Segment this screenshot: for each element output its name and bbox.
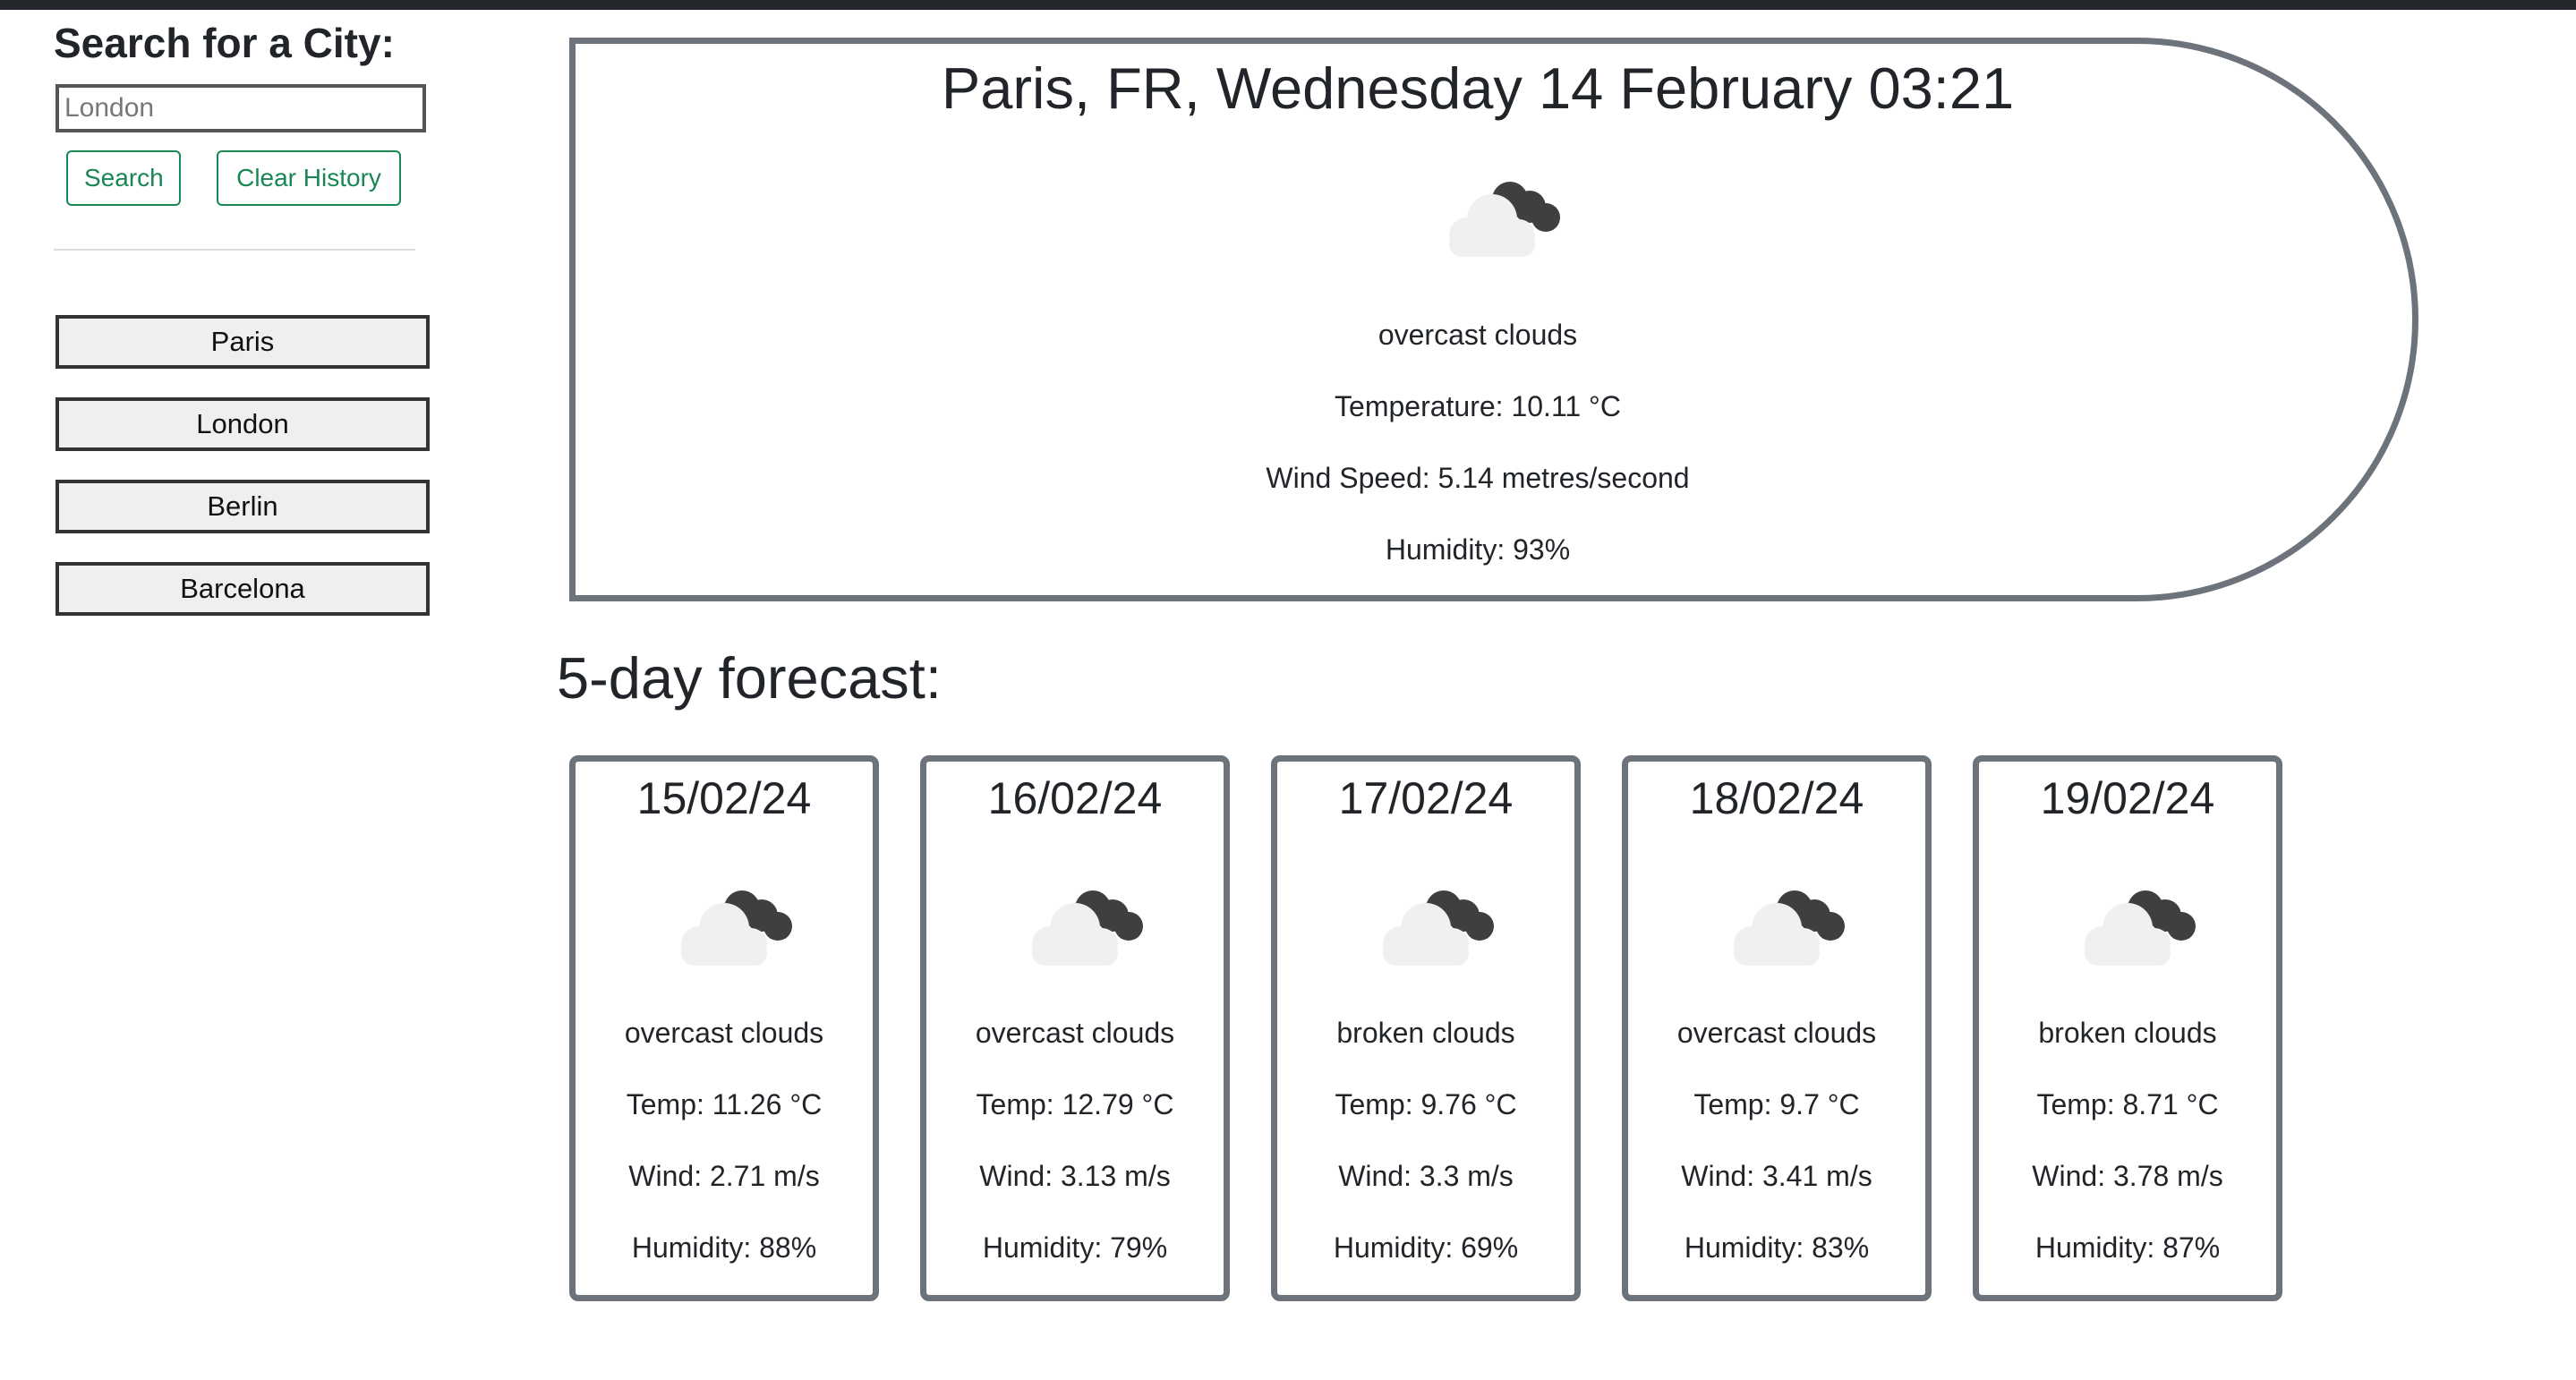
current-weather-card: Paris, FR, Wednesday 14 February 03:21 o… — [569, 38, 2418, 601]
forecast-temp: Temp: 8.71 °C — [2036, 1088, 2219, 1120]
forecast-card: 15/02/24 overcast clouds Temp: 11.26 °C … — [569, 755, 879, 1301]
history-item-paris[interactable]: Paris — [55, 315, 430, 369]
top-bar — [0, 0, 2576, 10]
forecast-temp: Temp: 9.7 °C — [1693, 1088, 1860, 1120]
forecast-humidity: Humidity: 87% — [2034, 1231, 2221, 1264]
divider — [54, 249, 415, 251]
forecast-wind: Wind: 3.3 m/s — [1338, 1160, 1514, 1192]
forecast-date: 17/02/24 — [1338, 773, 1514, 823]
history-item-barcelona[interactable]: Barcelona — [55, 562, 430, 616]
city-search-input[interactable] — [55, 84, 426, 132]
clear-history-button[interactable]: Clear History — [217, 150, 401, 206]
forecast-description: broken clouds — [1336, 1017, 1515, 1049]
forecast-card: 17/02/24 broken clouds Temp: 9.76 °C Win… — [1271, 755, 1581, 1301]
search-heading: Search for a City: — [54, 20, 395, 66]
forecast-card: 16/02/24 overcast clouds Temp: 12.79 °C … — [920, 755, 1230, 1301]
current-description: overcast clouds — [1378, 319, 1578, 351]
search-history-list: Paris London Berlin Barcelona — [55, 315, 430, 644]
forecast-humidity: Humidity: 88% — [631, 1231, 817, 1264]
forecast-card: 18/02/24 overcast clouds Temp: 9.7 °C Wi… — [1622, 755, 1932, 1301]
forecast-description: overcast clouds — [975, 1017, 1175, 1049]
history-item-berlin[interactable]: Berlin — [55, 480, 430, 533]
current-weather-title: Paris, FR, Wednesday 14 February 03:21 — [941, 55, 2015, 121]
forecast-wind: Wind: 3.78 m/s — [2032, 1160, 2223, 1192]
forecast-heading: 5-day forecast: — [557, 645, 942, 711]
forecast-wind: Wind: 3.13 m/s — [979, 1160, 1171, 1192]
broken-clouds-icon — [1383, 890, 1494, 966]
forecast-date: 16/02/24 — [987, 773, 1163, 823]
broken-clouds-icon — [2085, 890, 2196, 966]
forecast-wind: Wind: 2.71 m/s — [628, 1160, 820, 1192]
search-button[interactable]: Search — [66, 150, 181, 206]
current-wind-speed: Wind Speed: 5.14 metres/second — [1266, 462, 1690, 494]
forecast-card: 19/02/24 broken clouds Temp: 8.71 °C Win… — [1973, 755, 2282, 1301]
forecast-description: broken clouds — [2038, 1017, 2217, 1049]
forecast-description: overcast clouds — [624, 1017, 824, 1049]
forecast-date: 15/02/24 — [636, 773, 812, 823]
forecast-wind: Wind: 3.41 m/s — [1681, 1160, 1872, 1192]
forecast-date: 19/02/24 — [2040, 773, 2215, 823]
forecast-temp: Temp: 12.79 °C — [976, 1088, 1174, 1120]
overcast-clouds-icon — [681, 890, 792, 966]
forecast-date: 18/02/24 — [1689, 773, 1864, 823]
forecast-humidity: Humidity: 79% — [982, 1231, 1168, 1264]
overcast-clouds-icon — [1734, 890, 1845, 966]
forecast-temp: Temp: 11.26 °C — [626, 1088, 823, 1120]
forecast-temp: Temp: 9.76 °C — [1335, 1088, 1517, 1120]
sidebar: Search for a City: Search Clear History … — [54, 16, 439, 616]
current-humidity: Humidity: 93% — [1385, 533, 1571, 566]
overcast-clouds-icon — [1032, 890, 1143, 966]
history-item-london[interactable]: London — [55, 397, 430, 451]
current-temperature: Temperature: 10.11 °C — [1335, 390, 1621, 422]
forecast-humidity: Humidity: 83% — [1684, 1231, 1870, 1264]
forecast-humidity: Humidity: 69% — [1333, 1231, 1519, 1264]
forecast-description: overcast clouds — [1676, 1017, 1877, 1049]
overcast-clouds-icon — [1449, 182, 1560, 257]
